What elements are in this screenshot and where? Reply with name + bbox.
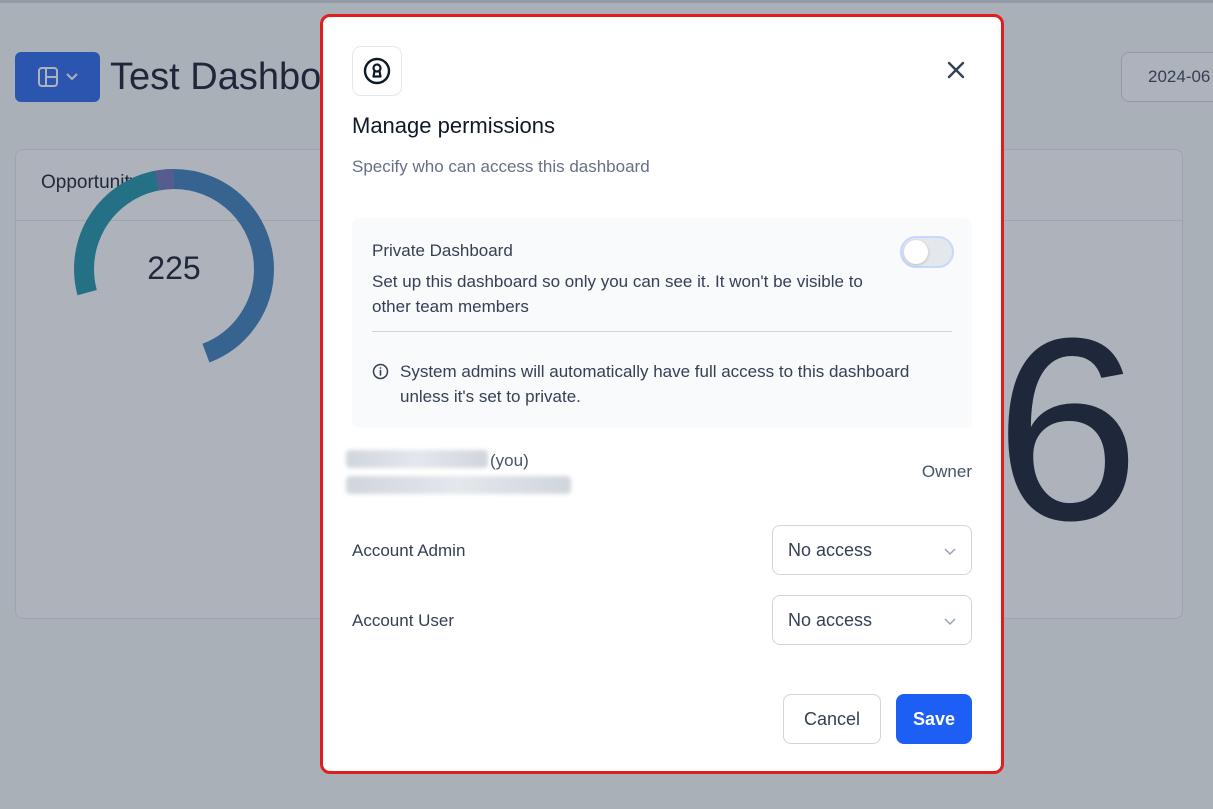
account-admin-access-select[interactable]: No access	[772, 525, 972, 575]
close-button[interactable]	[940, 54, 972, 86]
private-dashboard-title: Private Dashboard	[372, 241, 513, 260]
modal-title: Manage permissions	[352, 113, 555, 138]
modal-subtitle: Specify who can access this dashboard	[352, 157, 650, 176]
close-icon	[947, 61, 965, 79]
manage-permissions-modal: Manage permissions Specify who can acces…	[320, 14, 1004, 774]
role-label-account-user: Account User	[352, 611, 455, 630]
info-icon	[372, 363, 389, 380]
save-button[interactable]: Save	[896, 694, 972, 744]
owner-email-blurred	[346, 476, 571, 494]
private-dashboard-panel: Private Dashboard Set up this dashboard …	[352, 218, 972, 428]
private-dashboard-toggle[interactable]	[900, 236, 954, 268]
owner-you-label: (you)	[490, 451, 529, 470]
cancel-button[interactable]: Cancel	[783, 694, 881, 744]
owner-name-blurred	[346, 450, 488, 468]
role-label-account-admin: Account Admin	[352, 541, 466, 560]
admin-access-info: System admins will automatically have fu…	[400, 362, 910, 406]
owner-role: Owner	[921, 462, 972, 481]
chevron-down-icon	[944, 618, 956, 626]
select-value: No access	[788, 540, 873, 560]
toggle-knob	[904, 240, 928, 264]
select-value: No access	[788, 610, 873, 630]
panel-divider	[372, 331, 952, 332]
account-user-access-select[interactable]: No access	[772, 595, 972, 645]
private-dashboard-description: Set up this dashboard so only you can se…	[372, 272, 863, 316]
chevron-down-icon	[944, 548, 956, 556]
keyhole-lock-icon	[352, 46, 402, 96]
